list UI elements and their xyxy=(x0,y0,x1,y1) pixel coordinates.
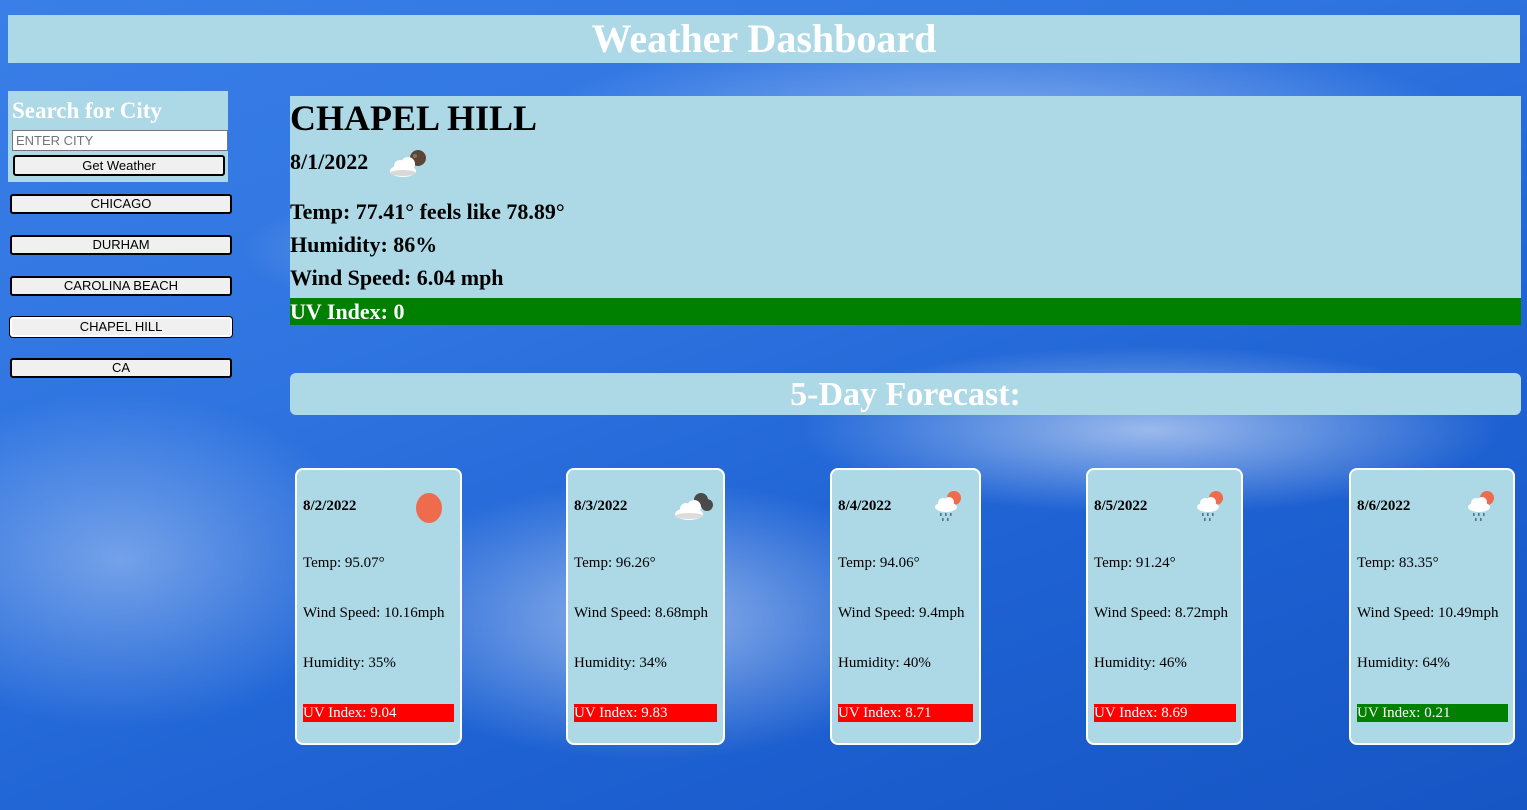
rain-sun-icon xyxy=(932,488,964,529)
forecast-wind: Wind Speed: 8.72mph xyxy=(1094,605,1228,621)
current-date: 8/1/2022 xyxy=(290,149,369,174)
forecast-temp: Temp: 94.06° xyxy=(838,555,920,571)
current-uv-index: UV Index: 0 xyxy=(290,298,1521,325)
forecast-temp: Temp: 91.24° xyxy=(1094,555,1176,571)
forecast-uv-index: UV Index: 9.04 xyxy=(303,704,454,722)
get-weather-button[interactable]: Get Weather xyxy=(13,155,225,176)
forecast-uv-index: UV Index: 0.21 xyxy=(1357,704,1508,722)
current-temp: Temp: 77.41° feels like 78.89° xyxy=(290,199,565,224)
forecast-date: 8/6/2022 xyxy=(1357,498,1411,514)
forecast-title: 5-Day Forecast: xyxy=(290,373,1521,415)
forecast-card: 8/4/2022 Temp: 94.06° Wind Speed: 9.4mph… xyxy=(830,468,981,745)
forecast-uv-index: UV Index: 9.83 xyxy=(574,704,717,722)
forecast-card: 8/3/2022 Temp: 96.26° Wind Speed: 8.68mp… xyxy=(566,468,725,745)
city-search-input[interactable] xyxy=(12,130,228,151)
forecast-card: 8/2/2022 Temp: 95.07° Wind Speed: 10.16m… xyxy=(295,468,462,745)
forecast-humidity: Humidity: 40% xyxy=(838,655,931,671)
sun-icon xyxy=(412,488,446,533)
forecast-temp: Temp: 95.07° xyxy=(303,555,385,571)
forecast-temp: Temp: 83.35° xyxy=(1357,555,1439,571)
forecast-wind: Wind Speed: 10.49mph xyxy=(1357,605,1499,621)
forecast-uv-index: UV Index: 8.71 xyxy=(838,704,973,722)
forecast-date: 8/4/2022 xyxy=(838,498,892,514)
forecast-wind: Wind Speed: 10.16mph xyxy=(303,605,445,621)
search-panel: Search for City Get Weather xyxy=(8,91,228,182)
cloudy-icon xyxy=(673,488,715,529)
current-humidity: Humidity: 86% xyxy=(290,232,438,257)
forecast-humidity: Humidity: 46% xyxy=(1094,655,1187,671)
history-button-ca[interactable]: CA xyxy=(10,358,232,378)
forecast-wind: Wind Speed: 9.4mph xyxy=(838,605,965,621)
forecast-uv-index: UV Index: 8.69 xyxy=(1094,704,1236,722)
forecast-card: 8/6/2022 Temp: 83.35° Wind Speed: 10.49m… xyxy=(1349,468,1515,745)
forecast-temp: Temp: 96.26° xyxy=(574,555,656,571)
rain-sun-icon xyxy=(1465,488,1497,529)
forecast-humidity: Humidity: 34% xyxy=(574,655,667,671)
current-weather-panel: CHAPEL HILL 8/1/2022 Temp: 77.41° feels … xyxy=(290,96,1521,325)
page-title: Weather Dashboard xyxy=(591,16,937,61)
page-header: Weather Dashboard xyxy=(8,15,1520,63)
rain-sun-icon xyxy=(1194,488,1226,529)
forecast-humidity: Humidity: 64% xyxy=(1357,655,1450,671)
forecast-card: 8/5/2022 Temp: 91.24° Wind Speed: 8.72mp… xyxy=(1086,468,1243,745)
current-city-name: CHAPEL HILL xyxy=(290,98,538,138)
forecast-date: 8/2/2022 xyxy=(303,498,357,514)
history-button-chapel-hill[interactable]: CHAPEL HILL xyxy=(10,317,232,337)
search-title: Search for City xyxy=(12,98,162,123)
history-button-chicago[interactable]: CHICAGO xyxy=(10,194,232,214)
history-button-durham[interactable]: DURHAM xyxy=(10,235,232,255)
forecast-wind: Wind Speed: 8.68mph xyxy=(574,605,708,621)
forecast-date: 8/5/2022 xyxy=(1094,498,1148,514)
forecast-humidity: Humidity: 35% xyxy=(303,655,396,671)
cloud-night-icon xyxy=(388,149,430,184)
history-button-carolina-beach[interactable]: CAROLINA BEACH xyxy=(10,276,232,296)
current-wind: Wind Speed: 6.04 mph xyxy=(290,265,504,290)
forecast-date: 8/3/2022 xyxy=(574,498,628,514)
